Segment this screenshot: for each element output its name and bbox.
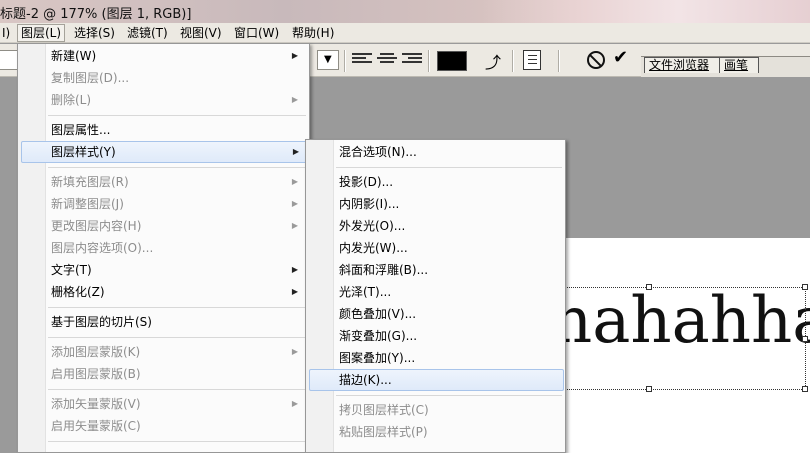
menu-item-new-fill-layer[interactable]: 新填充图层(R) ▶ [21,171,306,193]
antialias-dropdown[interactable]: ▼ [317,50,339,70]
menu-filter[interactable]: 滤镜(T) [124,24,171,42]
submenu-arrow-icon: ▶ [291,347,298,356]
cancel-icon[interactable] [587,51,605,69]
commit-check-icon[interactable]: ✔ [613,47,628,68]
align-left-icon[interactable] [352,53,372,67]
align-center-icon[interactable] [377,53,397,67]
menu-item-add-layer-mask[interactable]: 添加图层蒙版(K) ▶ [21,341,306,363]
window-title: 标题-2 @ 177% (图层 1, RGB)] [0,7,192,22]
menu-item-layer-content-options[interactable]: 图层内容选项(O)... [21,237,306,259]
menu-item-layer-based-slice[interactable]: 基于图层的切片(S) [21,311,306,333]
menu-item-outer-glow[interactable]: 外发光(O)... [309,215,562,237]
menu-layer[interactable]: 图层(L) [17,24,66,42]
layer-style-submenu: 混合选项(N)... 投影(D)... 内阴影(I)... 外发光(O)... … [305,139,566,453]
menu-item-paste-layer-style[interactable]: 粘贴图层样式(P) [309,421,562,443]
resize-handle[interactable] [646,284,652,290]
menu-item-change-layer-content[interactable]: 更改图层内容(H) ▶ [21,215,306,237]
menu-bar: I) 图层(L) 选择(S) 滤镜(T) 视图(V) 窗口(W) 帮助(H) [0,23,810,43]
warp-text-icon[interactable]: ⤴ [483,49,503,72]
toolbar-divider [344,50,346,72]
menu-image[interactable]: I) [0,24,13,42]
menu-item-color-overlay[interactable]: 颜色叠加(V)... [309,303,562,325]
submenu-arrow-icon: ▶ [291,221,298,230]
menu-item-stroke[interactable]: 描边(K)... [309,369,564,391]
menu-item-type[interactable]: 文字(T) ▶ [21,259,306,281]
resize-handle[interactable] [646,386,652,392]
menu-item-satin[interactable]: 光泽(T)... [309,281,562,303]
menu-view[interactable]: 视图(V) [177,24,225,42]
menu-item-rasterize[interactable]: 栅格化(Z) ▶ [21,281,306,303]
chevron-down-icon: ▼ [324,54,332,65]
character-palette-icon[interactable] [523,50,541,70]
text-bounding-box[interactable] [565,287,806,390]
menu-item-copy-layer-style[interactable]: 拷贝图层样式(C) [309,399,562,421]
menu-item-inner-shadow[interactable]: 内阴影(I)... [309,193,562,215]
menu-item-new-adjustment-layer[interactable]: 新调整图层(J) ▶ [21,193,306,215]
resize-handle[interactable] [802,284,808,290]
submenu-arrow-icon: ▶ [291,51,298,60]
submenu-arrow-icon: ▶ [291,199,298,208]
menu-window[interactable]: 窗口(W) [231,24,282,42]
menu-item-layer-properties[interactable]: 图层属性... [21,119,306,141]
toolbar-divider [558,50,560,72]
tab-file-browser[interactable]: 文件浏览器 [644,57,721,73]
title-bar: 标题-2 @ 177% (图层 1, RGB)] [0,0,810,23]
submenu-arrow-icon: ▶ [291,399,298,408]
align-right-icon[interactable] [402,53,422,67]
menu-select[interactable]: 选择(S) [71,24,118,42]
menu-item-inner-glow[interactable]: 内发光(W)... [309,237,562,259]
text-color-swatch[interactable] [437,51,467,71]
submenu-arrow-icon: ▶ [291,95,298,104]
menu-item-drop-shadow[interactable]: 投影(D)... [309,171,562,193]
menu-item-layer-style[interactable]: 图层样式(Y) ▶ [21,141,308,163]
menu-help[interactable]: 帮助(H) [289,24,337,42]
menu-item-gradient-overlay[interactable]: 渐变叠加(G)... [309,325,562,347]
menu-item-enable-layer-mask[interactable]: 启用图层蒙版(B) [21,363,306,385]
menu-item-bevel-emboss[interactable]: 斜面和浮雕(B)... [309,259,562,281]
title-bar-decoration [480,0,810,23]
menu-item-delete[interactable]: 删除(L) ▶ [21,89,306,111]
submenu-arrow-icon: ▶ [291,265,298,274]
toolbar-divider [512,50,514,72]
menu-item-duplicate-layer[interactable]: 复制图层(D)... [21,67,306,89]
submenu-arrow-icon: ▶ [291,287,298,296]
menu-item-add-vector-mask[interactable]: 添加矢量蒙版(V) ▶ [21,393,306,415]
font-field[interactable] [0,50,18,70]
resize-handle[interactable] [802,336,808,342]
resize-handle[interactable] [802,386,808,392]
toolbar-divider [428,50,430,72]
menu-item-blending-options[interactable]: 混合选项(N)... [309,141,562,163]
layer-menu: 新建(W) ▶ 复制图层(D)... 删除(L) ▶ 图层属性... 图层样式(Y)… [17,43,310,453]
submenu-arrow-icon: ▶ [292,147,299,156]
menu-item-new[interactable]: 新建(W) ▶ [21,45,306,67]
menu-item-pattern-overlay[interactable]: 图案叠加(Y)... [309,347,562,369]
tab-brushes[interactable]: 画笔 [719,57,760,73]
submenu-arrow-icon: ▶ [291,177,298,186]
menu-item-enable-vector-mask[interactable]: 启用矢量蒙版(C) [21,415,306,437]
